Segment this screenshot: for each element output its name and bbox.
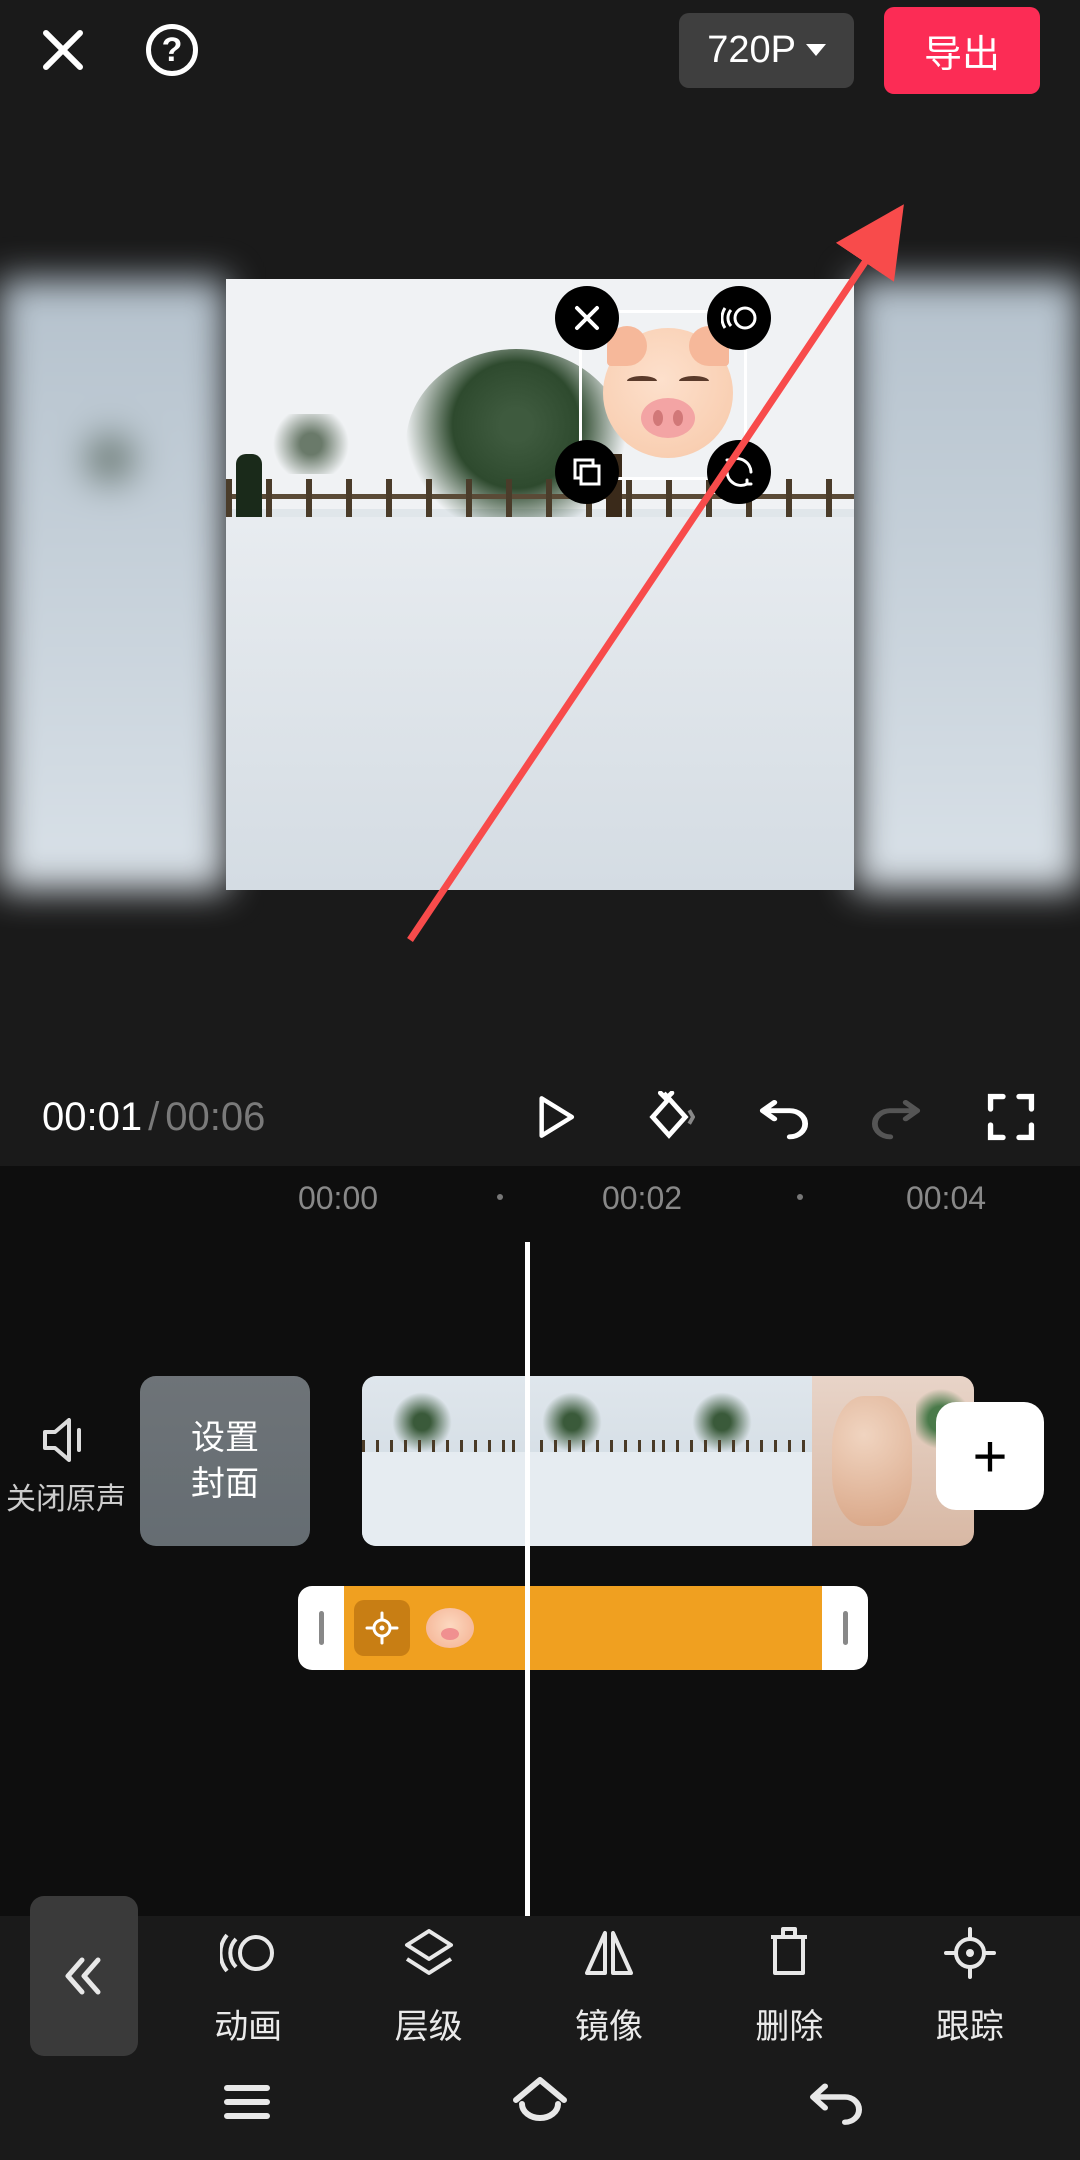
add-clip-button[interactable]: + xyxy=(936,1402,1044,1510)
transport-bar: 00:01 / 00:06 xyxy=(0,1072,1080,1162)
tool-layer[interactable]: 层级 xyxy=(395,1925,463,2048)
animation-icon xyxy=(220,1925,276,1981)
sticker-motion-handle[interactable] xyxy=(707,286,771,350)
nav-back-button[interactable] xyxy=(801,2070,865,2134)
tool-label: 镜像 xyxy=(575,1999,643,2048)
preview-blur-left xyxy=(0,279,226,890)
tool-label: 层级 xyxy=(395,1999,463,2048)
close-button[interactable] xyxy=(40,27,86,73)
rotate-icon xyxy=(723,456,755,488)
time-separator: / xyxy=(148,1095,159,1140)
tracking-badge-icon xyxy=(354,1600,410,1656)
mute-label: 关闭原声 xyxy=(6,1474,126,1518)
header: ? 720P 导出 xyxy=(0,0,1080,100)
fullscreen-button[interactable] xyxy=(984,1090,1038,1144)
sticker-track-clip[interactable] xyxy=(298,1586,868,1670)
mirror-icon xyxy=(581,1925,637,1981)
time-total: 00:06 xyxy=(165,1095,265,1140)
clip-thumbnail[interactable] xyxy=(512,1376,662,1546)
keyframe-button[interactable] xyxy=(642,1090,696,1144)
tool-label: 跟踪 xyxy=(936,1999,1004,2048)
sticker-selection-box[interactable] xyxy=(555,286,771,504)
tool-label: 动画 xyxy=(214,1999,282,2048)
sticker-thumbnail-icon xyxy=(426,1608,474,1648)
bottom-toolbar: 动画 层级 镜像 删除 跟踪 xyxy=(0,1916,1080,2056)
ruler-dot xyxy=(497,1194,503,1200)
undo-icon xyxy=(757,1091,809,1143)
tool-label: 删除 xyxy=(755,1999,823,2048)
chevron-down-icon xyxy=(806,44,826,56)
clip-thumbnail[interactable] xyxy=(362,1376,512,1546)
timeline[interactable]: 00:00 00:02 00:04 关闭原声 设置 封面 + xyxy=(0,1166,1080,1916)
clip-trim-right-handle[interactable] xyxy=(822,1586,868,1670)
nav-recents-button[interactable] xyxy=(215,2070,279,2134)
cover-label-line2: 封面 xyxy=(191,1461,259,1507)
layer-icon xyxy=(401,1925,457,1981)
speaker-icon xyxy=(41,1418,91,1462)
ruler-dot xyxy=(797,1194,803,1200)
copy-icon xyxy=(571,456,603,488)
fullscreen-icon xyxy=(987,1093,1035,1141)
clip-trim-left-handle[interactable] xyxy=(298,1586,344,1670)
close-icon xyxy=(572,303,602,333)
undo-button[interactable] xyxy=(756,1090,810,1144)
playhead[interactable] xyxy=(525,1242,530,1942)
redo-icon xyxy=(871,1091,923,1143)
preview-area[interactable] xyxy=(0,279,1080,890)
play-button[interactable] xyxy=(528,1090,582,1144)
tool-animation[interactable]: 动画 xyxy=(214,1925,282,2048)
ruler-tick: 00:02 xyxy=(602,1180,682,1217)
toolbar-collapse-button[interactable] xyxy=(30,1896,138,2056)
clip-thumbnail[interactable] xyxy=(662,1376,812,1546)
play-icon xyxy=(531,1093,579,1141)
sticker-rotate-handle[interactable] xyxy=(707,440,771,504)
system-nav-bar xyxy=(0,2044,1080,2160)
menu-icon xyxy=(215,2070,279,2134)
cover-label-line1: 设置 xyxy=(191,1415,259,1461)
preview-blur-right xyxy=(854,279,1080,890)
help-button[interactable]: ? xyxy=(146,24,198,76)
motion-icon xyxy=(721,300,757,336)
pig-sticker[interactable] xyxy=(603,328,733,458)
back-icon xyxy=(801,2070,865,2134)
time-ruler[interactable]: 00:00 00:02 00:04 xyxy=(0,1180,1080,1230)
resolution-selector[interactable]: 720P xyxy=(679,13,854,88)
chevron-left-double-icon xyxy=(62,1954,106,1998)
home-icon xyxy=(508,2070,572,2134)
sticker-copy-handle[interactable] xyxy=(555,440,619,504)
trash-icon xyxy=(761,1925,817,1981)
export-button[interactable]: 导出 xyxy=(884,7,1040,94)
time-current: 00:01 xyxy=(42,1095,142,1140)
tool-delete[interactable]: 删除 xyxy=(755,1925,823,2048)
set-cover-button[interactable]: 设置 封面 xyxy=(140,1376,310,1546)
ruler-tick: 00:00 xyxy=(298,1180,378,1217)
crosshair-icon xyxy=(942,1925,998,1981)
tool-track[interactable]: 跟踪 xyxy=(936,1925,1004,2048)
tool-mirror[interactable]: 镜像 xyxy=(575,1925,643,2048)
sticker-clip-body[interactable] xyxy=(344,1586,822,1670)
keyframe-icon xyxy=(643,1091,695,1143)
mute-original-audio-button[interactable]: 关闭原声 xyxy=(6,1418,126,1518)
sticker-delete-handle[interactable] xyxy=(555,286,619,350)
nav-home-button[interactable] xyxy=(508,2070,572,2134)
video-track[interactable] xyxy=(362,1376,974,1546)
resolution-label: 720P xyxy=(707,29,796,72)
ruler-tick: 00:04 xyxy=(906,1180,986,1217)
redo-button[interactable] xyxy=(870,1090,924,1144)
